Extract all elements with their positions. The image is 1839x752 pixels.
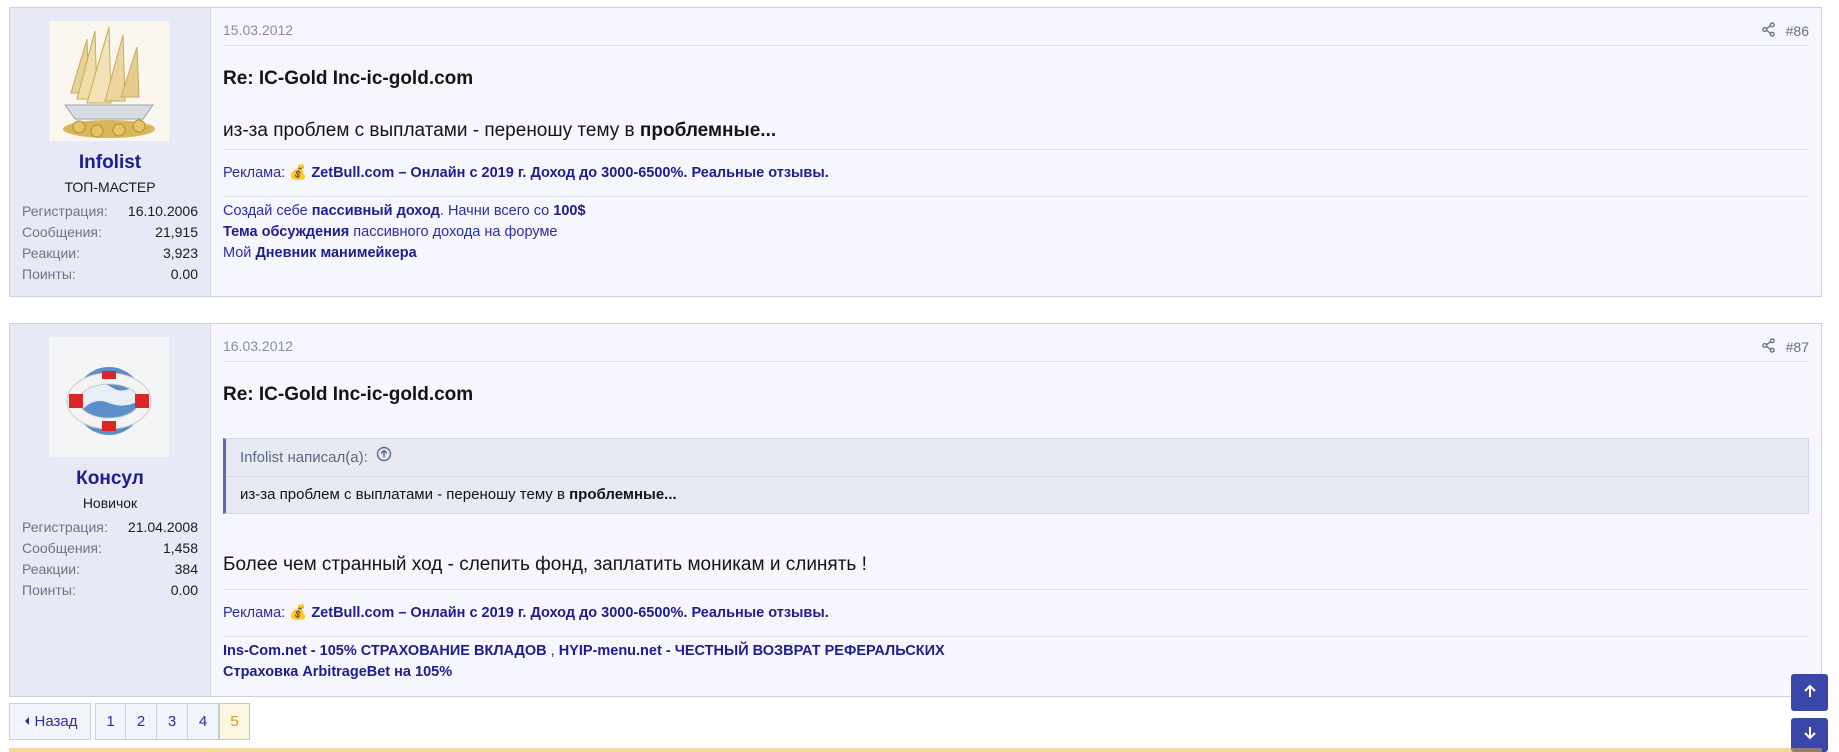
signature: Ins-Com.net - 105% СТРАХОВАНИЕ ВКЛАДОВ ,… — [223, 641, 945, 683]
page-nav: 1 2 3 4 5 — [95, 703, 250, 740]
stat-reactions: Реакции: 384 — [22, 561, 198, 577]
sig-link-hyip-menu[interactable]: HYIP-menu.net - ЧЕСТНЫЙ ВОЗВРАТ РЕФЕРАЛЬ… — [559, 643, 945, 659]
post-actions: #86 — [1761, 22, 1809, 40]
ad-line: Реклама: 💰 ZetBull.com – Онлайн с 2019 г… — [223, 605, 829, 621]
sig-link-100[interactable]: 100$ — [553, 203, 585, 219]
user-title: Новичок — [82, 495, 138, 511]
post-86: Infolist ТОП-МАСТЕР Регистрация: 16.10.20… — [9, 7, 1822, 297]
scroll-top-button[interactable] — [1791, 674, 1828, 711]
stat-messages: Сообщения: 21,915 — [22, 224, 198, 240]
page-1[interactable]: 1 — [95, 703, 126, 740]
avatar[interactable] — [49, 337, 169, 457]
post-text: из-за проблем с выплатами - переношу тем… — [223, 120, 777, 141]
post-body: 16.03.2012 #87 Re: IC-Gold Inc-ic-gold.c… — [223, 324, 1809, 696]
username[interactable]: Infolist — [10, 152, 210, 174]
post-title: Re: IC-Gold Inc-ic-gold.com — [223, 68, 474, 89]
post-text: Более чем странный ход - слепить фонд, з… — [223, 554, 867, 575]
money-bag-icon: 💰 — [289, 605, 308, 621]
stat-messages: Сообщения: 1,458 — [22, 540, 198, 556]
divider — [223, 45, 1809, 46]
divider — [223, 149, 1809, 150]
page-5-current[interactable]: 5 — [219, 703, 250, 740]
sig-link-passive-income[interactable]: пассивный доход — [312, 203, 440, 219]
user-stats: Регистрация: 21.04.2008 Сообщения: 1,458 Р… — [22, 517, 198, 601]
post-date[interactable]: 16.03.2012 — [223, 338, 293, 354]
quote-author[interactable]: Infolist написал(а): — [240, 439, 368, 476]
arrow-up-circle-icon[interactable] — [376, 439, 392, 476]
quote-body: из-за проблем с выплатами - переношу тем… — [240, 486, 677, 503]
signature: Создай себе пассивный доход. Начни всего… — [223, 201, 586, 264]
link-problem-section[interactable]: проблемные... — [640, 120, 776, 141]
stat-registration: Регистрация: 21.04.2008 — [22, 519, 198, 535]
post-body: 15.03.2012 #86 Re: IC-Gold Inc-ic-gold.c… — [223, 8, 1809, 296]
sig-line-2: Страховка ArbitrageBet на 105% — [223, 662, 945, 683]
ad-link[interactable]: ZetBull.com – Онлайн с 2019 г. Доход до … — [311, 605, 828, 621]
avatar[interactable] — [49, 21, 169, 141]
quote-block: Infolist написал(а): из-за проблем с вып… — [223, 438, 1809, 514]
user-stats: Регистрация: 16.10.2006 Сообщения: 21,915 … — [22, 201, 198, 285]
sig-link-arbitragebet[interactable]: Страховка ArbitrageBet на 105% — [223, 664, 452, 680]
arrow-down-icon — [1801, 724, 1819, 746]
post-number[interactable]: #87 — [1786, 339, 1809, 355]
back-button[interactable]: Назад — [9, 703, 91, 740]
bottom-divider — [9, 748, 1822, 752]
sig-line-3: Мой Дневник манимейкера — [223, 245, 417, 261]
sig-link-diary[interactable]: Дневник манимейкера — [255, 245, 416, 261]
divider — [223, 361, 1809, 362]
caret-left-icon — [23, 713, 31, 730]
page-4[interactable]: 4 — [188, 703, 219, 740]
page-2[interactable]: 2 — [126, 703, 157, 740]
quote-header: Infolist написал(а): — [226, 439, 1808, 477]
post-author-panel: Консул Новичок Регистрация: 21.04.2008 Со… — [10, 324, 211, 696]
stat-points: Поинты: 0.00 — [22, 582, 198, 598]
sig-line-1: Создай себе пассивный доход. Начни всего… — [223, 203, 586, 219]
divider — [223, 589, 1809, 590]
page-3[interactable]: 3 — [157, 703, 188, 740]
post-author-panel: Infolist ТОП-МАСТЕР Регистрация: 16.10.20… — [10, 8, 211, 296]
post-number[interactable]: #86 — [1786, 23, 1809, 39]
scroll-bottom-button[interactable] — [1791, 718, 1828, 752]
stat-registration: Регистрация: 16.10.2006 — [22, 203, 198, 219]
stat-reactions: Реакции: 3,923 — [22, 245, 198, 261]
share-icon[interactable] — [1761, 22, 1776, 40]
post-date[interactable]: 15.03.2012 — [223, 22, 293, 38]
ad-link[interactable]: ZetBull.com – Онлайн с 2019 г. Доход до … — [311, 165, 828, 181]
divider — [223, 196, 1809, 197]
ad-line: Реклама: 💰 ZetBull.com – Онлайн с 2019 г… — [223, 165, 829, 181]
arrow-up-icon — [1801, 682, 1819, 704]
post-title: Re: IC-Gold Inc-ic-gold.com — [223, 384, 474, 405]
sig-line-1: Ins-Com.net - 105% СТРАХОВАНИЕ ВКЛАДОВ ,… — [223, 643, 945, 659]
user-title: ТОП-МАСТЕР — [64, 179, 156, 195]
sig-line-2: Тема обсуждения пассивного дохода на фор… — [223, 224, 558, 240]
divider — [223, 636, 1809, 637]
username[interactable]: Консул — [10, 468, 210, 490]
post-87: Консул Новичок Регистрация: 21.04.2008 Со… — [9, 323, 1822, 697]
stat-points: Поинты: 0.00 — [22, 266, 198, 282]
sig-link-discussion[interactable]: Тема обсуждения — [223, 224, 349, 240]
share-icon[interactable] — [1761, 338, 1776, 356]
money-bag-icon: 💰 — [289, 165, 308, 181]
post-actions: #87 — [1761, 338, 1809, 356]
sig-link-ins-com[interactable]: Ins-Com.net - 105% СТРАХОВАНИЕ ВКЛАДОВ — [223, 643, 547, 659]
